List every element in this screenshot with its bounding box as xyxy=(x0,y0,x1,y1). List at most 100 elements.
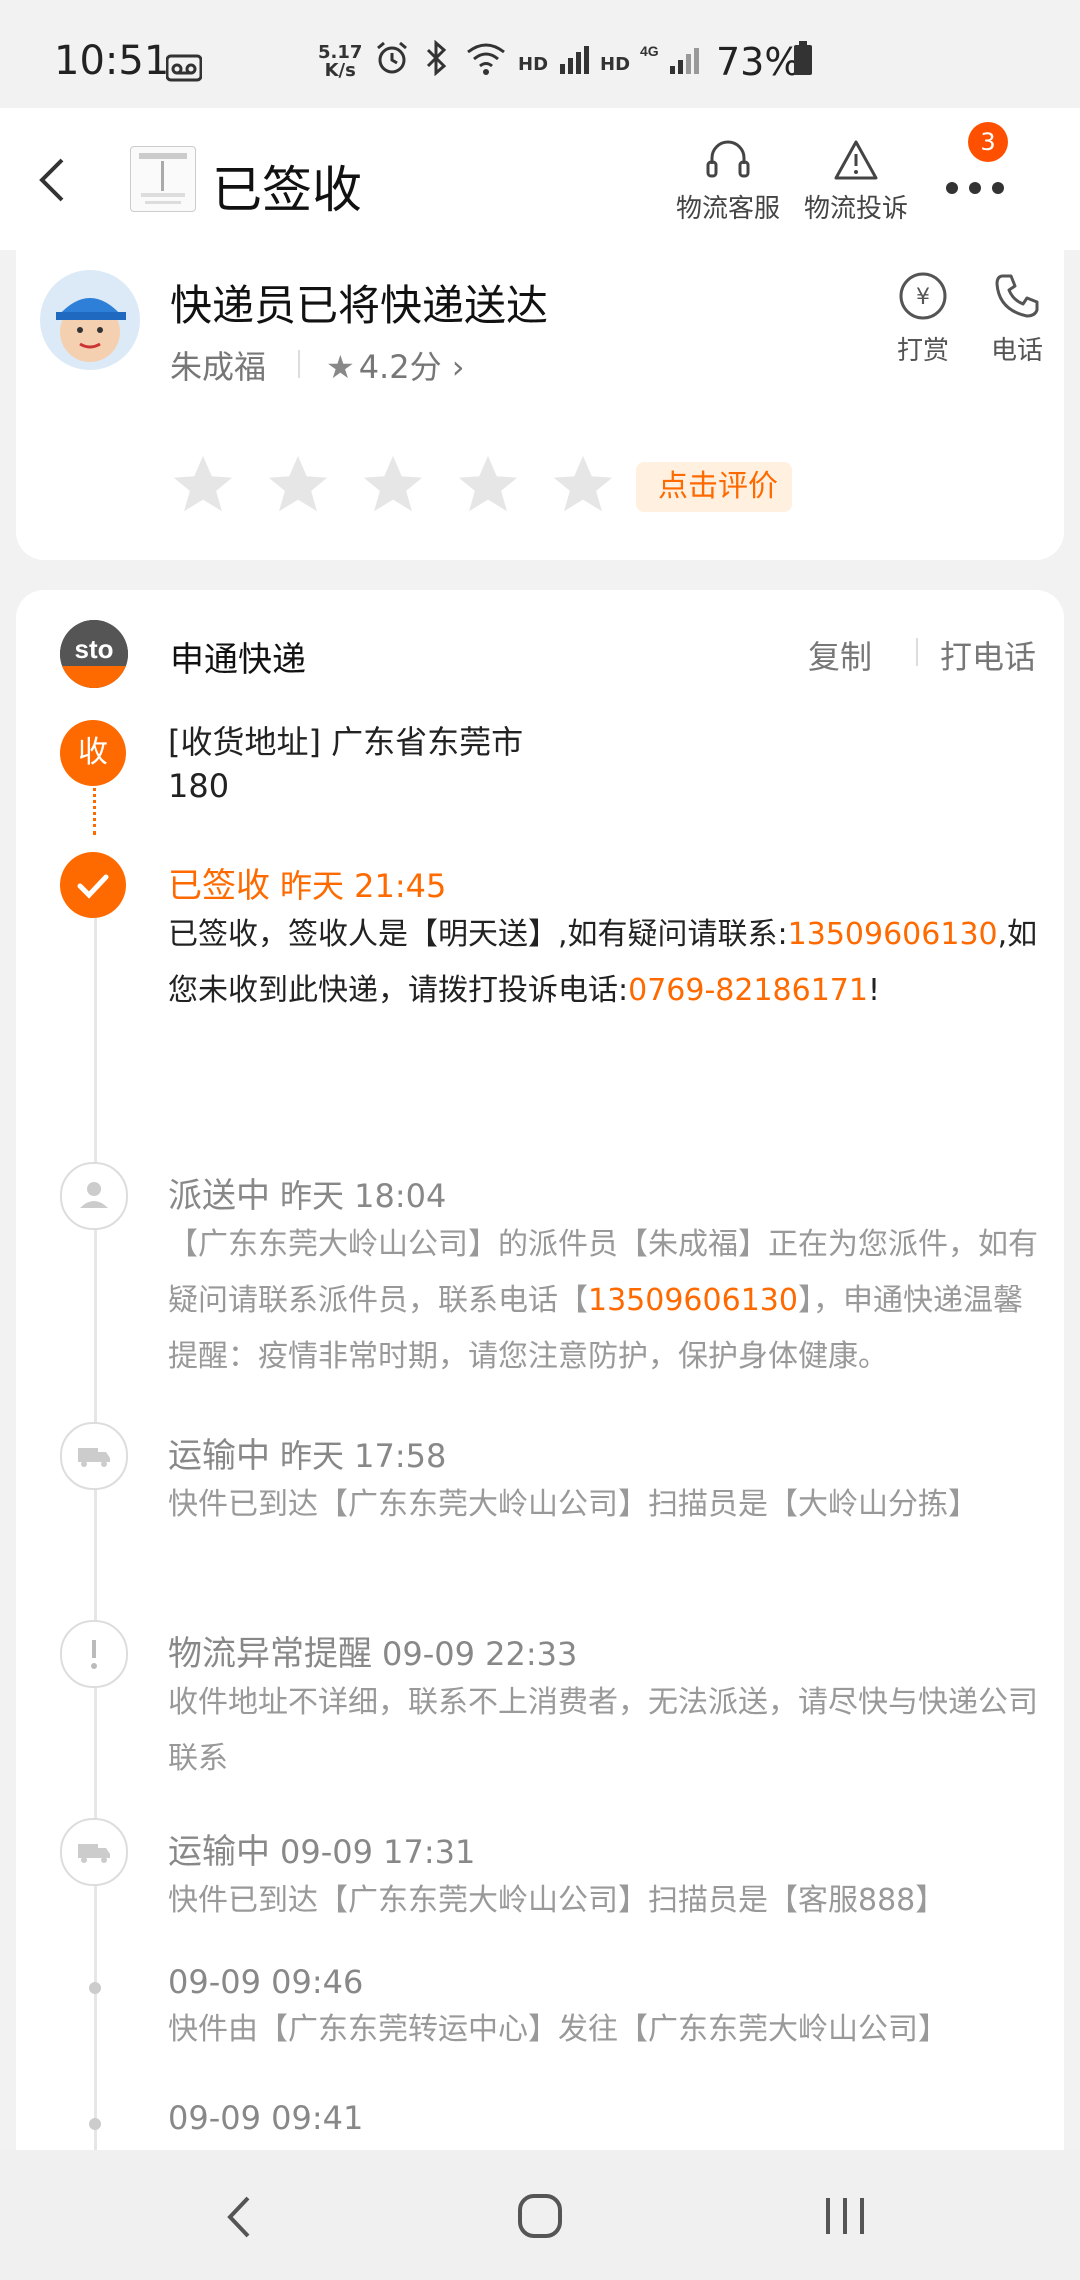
check-icon xyxy=(77,874,109,899)
tracking-event: 09-09 09:46 快件由【广东东莞转运中心】发往【广东东莞大岭山公司】 xyxy=(168,1962,1038,2058)
more-options-icon[interactable] xyxy=(940,168,1010,208)
phone-icon xyxy=(995,274,1039,318)
call-carrier-button[interactable]: 打电话 xyxy=(940,632,1050,678)
battery-level: 73% xyxy=(716,40,801,84)
status-bar: 10:51 5.17 K/s HD HD 4G 73% xyxy=(0,0,1080,108)
nav-recents-icon[interactable] xyxy=(820,2194,870,2238)
battery-icon xyxy=(794,41,812,75)
courier-card: 快递员已将快递送达 朱成福 ★ 4.2分 › ¥ 打赏 电话 点击评价 xyxy=(16,250,1064,560)
rate-courier-button[interactable]: 点击评价 xyxy=(636,462,792,512)
tracking-event: 派送中 昨天 18:04 【广东东莞大岭山公司】的派件员【朱成福】正在为您派件，如… xyxy=(168,1168,1038,1385)
package-thumbnail[interactable] xyxy=(130,146,196,212)
tip-label: 打赏 xyxy=(896,336,949,366)
headset-icon xyxy=(706,140,750,178)
phone-link[interactable]: 13509606130 xyxy=(588,1283,798,1318)
event-text: ! xyxy=(867,973,881,1008)
receive-node: 收 xyxy=(60,720,126,786)
net-speed: 5.17 K/s xyxy=(318,42,363,81)
event-time: 昨天 17:58 xyxy=(280,1437,447,1475)
call-courier-button[interactable]: 电话 xyxy=(972,270,1062,367)
star-icon[interactable] xyxy=(263,450,333,520)
svg-text:¥: ¥ xyxy=(916,285,930,310)
tracking-event: 09-09 09:41 xyxy=(168,2098,1038,2138)
alarm-icon xyxy=(377,41,407,74)
event-time: 09-09 17:31 xyxy=(280,1833,476,1871)
back-arrow-icon[interactable] xyxy=(30,150,74,210)
nav-home-icon[interactable] xyxy=(516,2192,564,2240)
tip-button[interactable]: ¥ 打赏 xyxy=(878,270,968,367)
event-status: 运输中 xyxy=(168,1832,270,1872)
signed-node xyxy=(60,852,126,918)
svg-text:4G: 4G xyxy=(640,43,659,59)
warning-icon xyxy=(834,140,878,180)
svg-text:sto: sto xyxy=(75,634,114,664)
delivery-address[interactable]: [收货地址] 广东省东莞市 180 xyxy=(168,720,688,808)
signal-icon: 4G xyxy=(640,43,699,74)
timeline-dot xyxy=(89,2118,101,2130)
address-line: [收货地址] 广东省东莞市 xyxy=(168,723,524,761)
truck-icon xyxy=(78,1844,110,1863)
event-time: 昨天 18:04 xyxy=(280,1177,447,1215)
top-app-bar: 已签收 物流客服 物流投诉 3 xyxy=(0,108,1080,250)
timeline-line xyxy=(94,880,97,2150)
dispatch-node xyxy=(60,1162,128,1230)
timeline-dot xyxy=(89,1982,101,1994)
phone-link[interactable]: 13509606130 xyxy=(788,917,998,952)
transit-node xyxy=(60,1422,128,1490)
divider xyxy=(916,638,918,666)
star-icon[interactable] xyxy=(358,450,428,520)
event-status: 运输中 xyxy=(168,1436,270,1476)
event-status: 物流异常提醒 xyxy=(168,1634,372,1674)
event-text: 快件由【广东东莞转运中心】发往【广东东莞大岭山公司】 xyxy=(168,2012,948,2047)
system-nav-bar xyxy=(0,2150,1080,2280)
event-time: 09-09 22:33 xyxy=(382,1635,578,1673)
hd-indicator: HD xyxy=(518,54,549,75)
chevron-right-icon: › xyxy=(441,348,465,386)
divider xyxy=(298,350,300,378)
page-title: 已签收 xyxy=(212,161,362,219)
event-time: 09-09 09:46 xyxy=(168,1963,364,2001)
tracking-event: 物流异常提醒 09-09 22:33 收件地址不详细，联系不上消费者，无法派送，请… xyxy=(168,1626,1038,1787)
delivery-status-headline: 快递员已将快递送达 xyxy=(170,281,549,330)
nav-back-icon[interactable] xyxy=(220,2192,260,2242)
event-status: 已签收 xyxy=(168,866,270,906)
star-icon: ★ xyxy=(326,348,355,386)
event-text: 已签收，签收人是【明天送】,如有疑问请联系: xyxy=(168,917,788,952)
hd-indicator: HD xyxy=(600,54,631,75)
notification-badge: 3 xyxy=(968,122,1008,162)
truck-icon xyxy=(78,1448,110,1467)
complaint-phone-link[interactable]: 0769-82186171 xyxy=(628,973,868,1008)
star-icon[interactable] xyxy=(453,450,523,520)
clock: 10:51 xyxy=(54,38,170,84)
exception-node xyxy=(60,1620,128,1688)
bluetooth-icon xyxy=(426,40,447,76)
courier-avatar[interactable] xyxy=(40,270,140,370)
sto-logo: sto xyxy=(60,620,128,688)
star-icon[interactable] xyxy=(168,450,238,520)
event-status: 派送中 xyxy=(168,1176,270,1216)
tracking-event: 已签收 昨天 21:45 已签收，签收人是【明天送】,如有疑问请联系:135096… xyxy=(168,858,1038,1019)
signal-icon xyxy=(560,46,589,74)
carrier-name: 申通快递 xyxy=(170,640,306,680)
voicemail-icon xyxy=(166,54,202,82)
tracking-card: sto 申通快递 复制 打电话 收 [收货地址] 广东省东莞市 180 已签收昨… xyxy=(16,590,1064,2150)
rating-stars[interactable] xyxy=(168,450,638,524)
tracking-event: 运输中 昨天 17:58 快件已到达【广东东莞大岭山公司】扫描员是【大岭山分拣】 xyxy=(168,1428,1038,1533)
logistics-complaint-label: 物流投诉 xyxy=(803,194,908,224)
star-icon[interactable] xyxy=(548,450,618,520)
wifi-icon xyxy=(467,43,505,75)
event-text: 快件已到达【广东东莞大岭山公司】扫描员是【大岭山分拣】 xyxy=(168,1487,978,1522)
transit-node xyxy=(60,1818,128,1886)
copy-button[interactable]: 复制 xyxy=(808,632,872,678)
event-text: 快件已到达【广东东莞大岭山公司】扫描员是【客服888】 xyxy=(168,1883,946,1918)
person-icon xyxy=(80,1182,108,1208)
address-phone: 180 xyxy=(168,767,230,805)
event-text: 收件地址不详细，联系不上消费者，无法派送，请尽快与快递公司联系 xyxy=(168,1685,1038,1776)
call-label: 电话 xyxy=(990,336,1043,366)
courier-rating[interactable]: ★ 4.2分 › xyxy=(326,342,465,388)
logistics-service-button[interactable]: 物流客服 xyxy=(668,138,788,225)
tracking-event: 运输中 09-09 17:31 快件已到达【广东东莞大岭山公司】扫描员是【客服88… xyxy=(168,1824,1038,1929)
yen-icon: ¥ xyxy=(899,272,947,320)
exclamation-icon xyxy=(91,1640,97,1669)
logistics-complaint-button[interactable]: 物流投诉 xyxy=(796,138,916,225)
